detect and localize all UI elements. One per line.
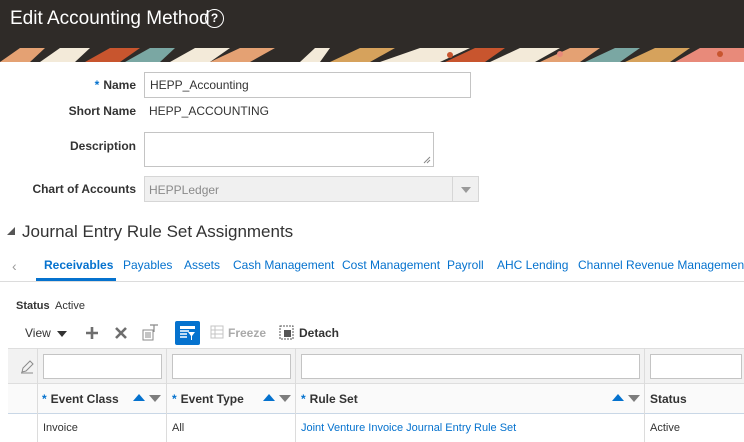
sort-descending-icon[interactable]: [149, 395, 161, 402]
query-by-example-button[interactable]: [175, 321, 200, 345]
status-filter-input[interactable]: [650, 354, 742, 379]
add-icon[interactable]: [85, 326, 99, 340]
event-class-filter-input[interactable]: [43, 354, 162, 379]
detach-button[interactable]: Detach: [299, 326, 339, 340]
detach-icon[interactable]: [279, 325, 294, 340]
tab-receivables[interactable]: Receivables: [44, 258, 113, 272]
sort-ascending-icon[interactable]: [612, 394, 624, 401]
column-header-event-class[interactable]: * Event Class: [42, 392, 119, 406]
sort-descending-icon[interactable]: [628, 395, 640, 402]
name-input[interactable]: HEPP_Accounting: [144, 72, 471, 98]
tab-channel-revenue-management[interactable]: Channel Revenue Management: [578, 258, 744, 272]
table-row[interactable]: Invoice All Joint Venture Invoice Journa…: [8, 414, 744, 442]
description-textarea[interactable]: [144, 132, 434, 167]
rule-set-filter-input[interactable]: [301, 354, 640, 379]
coa-select-value: HEPPLedger: [149, 183, 220, 197]
edit-pencil-icon: [21, 360, 34, 374]
export-icon[interactable]: [142, 324, 159, 341]
resize-handle-icon[interactable]: [423, 156, 431, 164]
sort-rule-set[interactable]: [612, 394, 642, 404]
name-label: * Name: [94, 78, 136, 92]
collapse-triangle-icon[interactable]: [7, 227, 15, 235]
short-name-value: HEPP_ACCOUNTING: [149, 104, 270, 118]
tab-ahc-lending[interactable]: AHC Lending: [497, 258, 568, 272]
cell-status: Active: [650, 422, 680, 434]
sort-descending-icon[interactable]: [279, 395, 291, 402]
sort-event-type[interactable]: [263, 394, 293, 404]
freeze-icon: [210, 325, 224, 339]
tab-cost-management[interactable]: Cost Management: [342, 258, 440, 272]
cell-event-class: Invoice: [43, 422, 78, 434]
rule-set-link[interactable]: Joint Venture Invoice Journal Entry Rule…: [301, 422, 516, 434]
view-menu[interactable]: View: [25, 326, 67, 340]
column-header-event-type[interactable]: * Event Type: [172, 392, 244, 406]
page-header: Edit Accounting Method ?: [0, 0, 744, 62]
chevron-left-icon[interactable]: ‹: [12, 258, 17, 274]
coa-label: Chart of Accounts: [32, 182, 136, 196]
tab-assets[interactable]: Assets: [184, 258, 220, 272]
freeze-button: Freeze: [228, 326, 267, 340]
delete-icon[interactable]: [114, 326, 128, 340]
column-header-status[interactable]: Status: [650, 392, 687, 406]
table-header-row: * Event Class * Event Type * Rule Set Statu…: [8, 384, 744, 414]
column-divider: [37, 348, 38, 442]
short-name-label: Short Name: [68, 104, 136, 118]
section-title: Journal Entry Rule Set Assignments: [22, 222, 294, 241]
tab-bar: ‹ Receivables Payables Assets Cash Manag…: [0, 250, 744, 282]
query-by-example-icon: [180, 326, 195, 340]
rule-set-table: * Event Class * Event Type * Rule Set Statu…: [8, 348, 744, 442]
page-title: Edit Accounting Method: [10, 8, 210, 29]
required-marker: *: [94, 78, 100, 92]
sort-ascending-icon[interactable]: [133, 394, 145, 401]
active-tab-indicator: [36, 278, 116, 281]
status-value: Active: [55, 300, 85, 312]
column-divider: [295, 348, 296, 442]
tab-cash-management[interactable]: Cash Management: [233, 258, 334, 272]
column-divider: [166, 348, 167, 442]
decorative-banner: [0, 48, 744, 62]
dropdown-arrow-icon: [452, 177, 478, 201]
column-divider: [644, 348, 645, 442]
description-label: Description: [69, 139, 136, 153]
event-type-filter-input[interactable]: [172, 354, 291, 379]
sort-event-class[interactable]: [133, 394, 163, 404]
cell-event-type: All: [172, 422, 185, 434]
tab-payroll[interactable]: Payroll: [447, 258, 484, 272]
help-icon[interactable]: ?: [205, 9, 224, 28]
filter-row: [8, 348, 744, 384]
sort-ascending-icon[interactable]: [263, 394, 275, 401]
status-label: Status: [16, 300, 50, 312]
column-header-rule-set[interactable]: * Rule Set: [301, 392, 358, 406]
caret-down-icon: [56, 330, 67, 337]
coa-select: HEPPLedger: [144, 176, 479, 202]
tab-payables[interactable]: Payables: [123, 258, 172, 272]
